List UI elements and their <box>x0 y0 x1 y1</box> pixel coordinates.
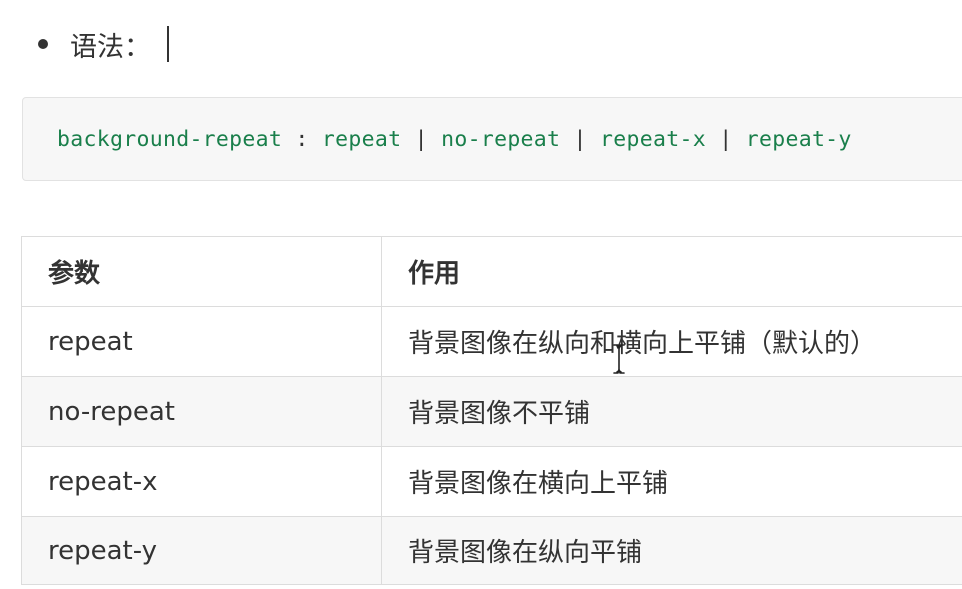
page: 语法： background-repeat : repeat | no-repe… <box>0 0 962 589</box>
header-effect: 作用 <box>381 236 962 307</box>
code-separator: | <box>401 126 442 152</box>
table-row: repeat 背景图像在纵向和横向上平铺（默认的） <box>21 306 962 377</box>
param-cell: repeat-x <box>21 446 382 517</box>
effect-cell: 背景图像不平铺 <box>381 376 962 447</box>
text-caret <box>167 26 169 62</box>
param-cell: repeat-y <box>21 516 382 585</box>
ibeam-cursor-icon <box>613 344 625 374</box>
effect-cell: 背景图像在纵向平铺 <box>381 516 962 585</box>
header-param: 参数 <box>21 236 382 307</box>
code-separator: | <box>560 126 601 152</box>
table-row: no-repeat 背景图像不平铺 <box>21 376 962 447</box>
table-row: repeat-x 背景图像在横向上平铺 <box>21 446 962 517</box>
table-header-row: 参数 作用 <box>21 236 962 307</box>
code-value-no-repeat: no-repeat <box>441 126 561 152</box>
effect-cell: 背景图像在纵向和横向上平铺（默认的） <box>381 306 962 377</box>
params-table: 参数 作用 repeat 背景图像在纵向和横向上平铺（默认的） no-repea… <box>21 236 962 585</box>
code-value-repeat-x: repeat-x <box>600 126 706 152</box>
syntax-label: 语法： <box>70 31 151 63</box>
code-separator: | <box>705 126 746 152</box>
param-cell: repeat <box>21 306 382 377</box>
syntax-line: 语法： <box>38 22 169 66</box>
code-value-repeat-y: repeat-y <box>745 126 852 152</box>
code-block: background-repeat : repeat | no-repeat |… <box>22 97 962 181</box>
table-row: repeat-y 背景图像在纵向平铺 <box>21 516 962 585</box>
code-colon: : <box>282 126 322 152</box>
effect-cell: 背景图像在横向上平铺 <box>381 446 962 517</box>
param-cell: no-repeat <box>21 376 382 447</box>
bullet-icon <box>38 39 48 49</box>
code-value-repeat: repeat <box>321 126 402 152</box>
code-property: background-repeat <box>57 126 283 152</box>
